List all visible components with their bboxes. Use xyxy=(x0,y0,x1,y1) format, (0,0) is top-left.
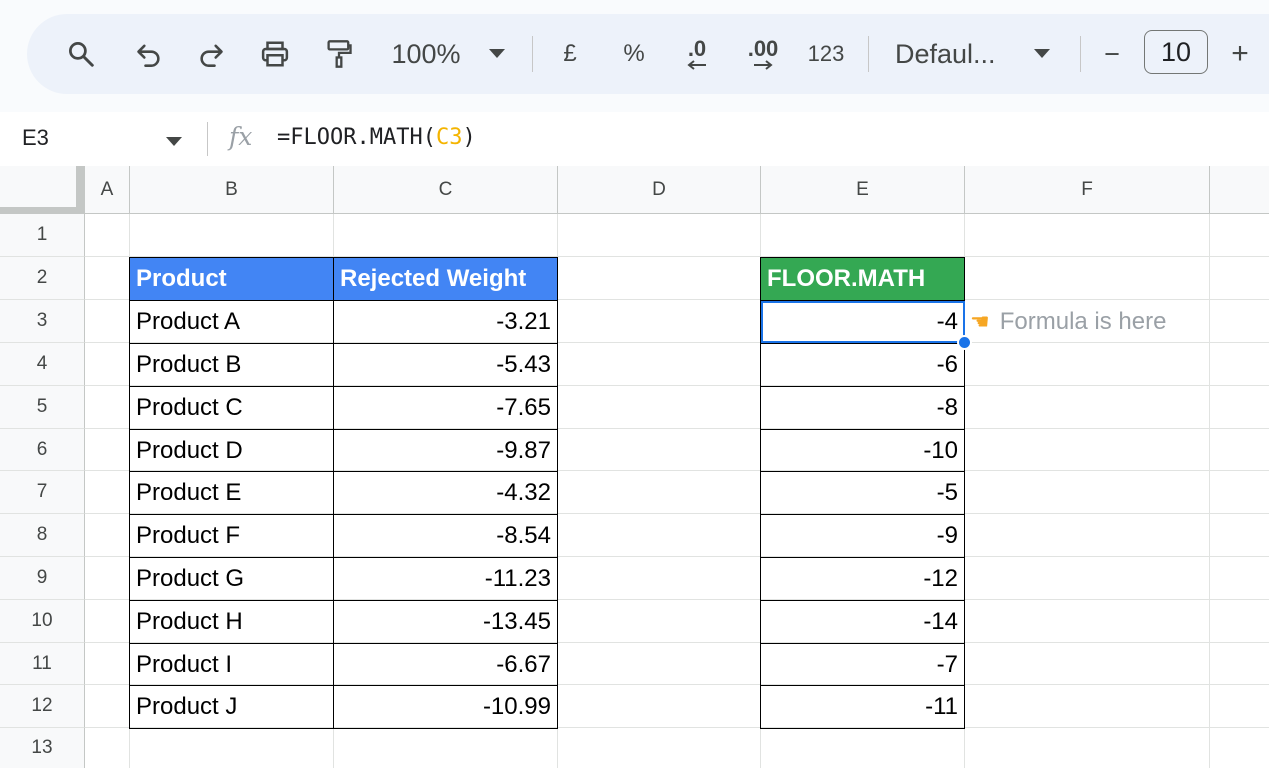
cell-c8[interactable]: -8.54 xyxy=(333,514,558,558)
spreadsheet-grid[interactable]: A B C D E F 1 2 3 4 5 6 7 8 9 10 11 12 1… xyxy=(0,166,1269,768)
row-header-6[interactable]: 6 xyxy=(0,429,85,471)
decrease-font-size-button[interactable]: − xyxy=(1095,14,1129,94)
row-header-12[interactable]: 12 xyxy=(0,685,85,728)
cell-c12[interactable]: -10.99 xyxy=(333,685,558,729)
percent-format-button[interactable]: % xyxy=(617,14,651,94)
row-header-5[interactable]: 5 xyxy=(0,386,85,429)
pointing-hand-icon: ☚ xyxy=(970,309,990,334)
cell-c9[interactable]: -11.23 xyxy=(333,557,558,601)
cell-b9[interactable]: Product G xyxy=(129,557,334,601)
formula-suffix: ) xyxy=(462,125,476,150)
cell-b10[interactable]: Product H xyxy=(129,600,334,644)
search-icon[interactable] xyxy=(57,14,105,94)
row-header-2[interactable]: 2 xyxy=(0,257,85,300)
formula-input[interactable]: =FLOOR.MATH(C3) xyxy=(277,112,476,166)
font-size-input[interactable]: 10 xyxy=(1144,30,1208,74)
cell-b3[interactable]: Product A xyxy=(129,300,334,344)
decrease-decimals-label: .0 xyxy=(687,36,707,61)
decrease-decimals-button[interactable]: .0 xyxy=(675,14,719,94)
cell-b6[interactable]: Product D xyxy=(129,429,334,472)
cell-b5[interactable]: Product C xyxy=(129,386,334,430)
cell-c6[interactable]: -9.87 xyxy=(333,429,558,472)
annotation-text: Formula is here xyxy=(999,308,1167,335)
cell-b12[interactable]: Product J xyxy=(129,685,334,729)
chevron-down-icon[interactable] xyxy=(483,14,511,94)
row-header-8[interactable]: 8 xyxy=(0,514,85,557)
cell-b2[interactable]: Product xyxy=(129,257,334,301)
undo-icon[interactable] xyxy=(125,14,173,94)
chevron-down-icon[interactable] xyxy=(1028,14,1056,94)
cell-e5[interactable]: -8 xyxy=(760,386,965,430)
cell-c4[interactable]: -5.43 xyxy=(333,343,558,387)
chevron-down-icon[interactable] xyxy=(166,134,182,152)
toolbar: 100% £ % .0 .00 123 Defaul... − 10 + xyxy=(27,14,1269,94)
column-header-a[interactable]: A xyxy=(85,166,130,214)
cell-c10[interactable]: -13.45 xyxy=(333,600,558,644)
column-header-f[interactable]: F xyxy=(965,166,1210,214)
print-icon[interactable] xyxy=(251,14,299,94)
cell-e2[interactable]: FLOOR.MATH xyxy=(760,257,965,301)
toolbar-divider xyxy=(532,36,533,72)
row-header-10[interactable]: 10 xyxy=(0,600,85,643)
cell-c3[interactable]: -3.21 xyxy=(333,300,558,344)
zoom-select[interactable]: 100% xyxy=(384,14,468,94)
cell-e10[interactable]: -14 xyxy=(760,600,965,644)
formula-bar: E3 fx =FLOOR.MATH(C3) xyxy=(0,112,1269,167)
redo-icon[interactable] xyxy=(187,14,235,94)
paint-format-icon[interactable] xyxy=(315,14,363,94)
column-header-g[interactable] xyxy=(1210,166,1269,214)
formula-bar-divider xyxy=(207,122,208,156)
increase-decimals-button[interactable]: .00 xyxy=(739,14,787,94)
row-header-7[interactable]: 7 xyxy=(0,471,85,514)
currency-format-button[interactable]: £ xyxy=(555,14,585,94)
formula-prefix: =FLOOR.MATH( xyxy=(277,125,436,150)
number-format-button[interactable]: 123 xyxy=(803,14,849,94)
name-box[interactable]: E3 xyxy=(22,112,49,166)
cell-e4[interactable]: -6 xyxy=(760,343,965,387)
formula-reference: C3 xyxy=(435,125,463,150)
arrow-right-icon xyxy=(754,60,773,70)
toolbar-area: 100% £ % .0 .00 123 Defaul... − 10 + xyxy=(0,0,1269,112)
toolbar-divider xyxy=(1080,36,1081,72)
cell-b8[interactable]: Product F xyxy=(129,514,334,558)
fx-icon: fx xyxy=(229,122,253,151)
cell-b4[interactable]: Product B xyxy=(129,343,334,387)
cell-c5[interactable]: -7.65 xyxy=(333,386,558,430)
row-header-11[interactable]: 11 xyxy=(0,643,85,685)
cell-b7[interactable]: Product E xyxy=(129,471,334,515)
frozen-row-handle[interactable] xyxy=(0,207,85,214)
cell-e12[interactable]: -11 xyxy=(760,685,965,729)
cell-e11[interactable]: -7 xyxy=(760,643,965,686)
column-header-e[interactable]: E xyxy=(761,166,965,214)
cell-e8[interactable]: -9 xyxy=(760,514,965,558)
cell-c2[interactable]: Rejected Weight xyxy=(333,257,558,301)
cell-e9[interactable]: -12 xyxy=(760,557,965,601)
font-family-select[interactable]: Defaul... xyxy=(895,14,1011,94)
row-header-4[interactable]: 4 xyxy=(0,343,85,386)
arrow-left-icon xyxy=(687,60,706,70)
cell-c7[interactable]: -4.32 xyxy=(333,471,558,515)
cell-c11[interactable]: -6.67 xyxy=(333,643,558,686)
row-header-13[interactable]: 13 xyxy=(0,728,85,768)
column-header-c[interactable]: C xyxy=(334,166,558,214)
column-header-b[interactable]: B xyxy=(130,166,334,214)
increase-font-size-button[interactable]: + xyxy=(1225,14,1255,94)
active-cell-selection xyxy=(761,301,965,343)
cell-e6[interactable]: -10 xyxy=(760,429,965,472)
cell-e7[interactable]: -5 xyxy=(760,471,965,515)
increase-decimals-label: .00 xyxy=(747,36,779,61)
cell-b11[interactable]: Product I xyxy=(129,643,334,686)
annotation-note: ☚ Formula is here xyxy=(970,301,1166,343)
column-header-d[interactable]: D xyxy=(558,166,761,214)
toolbar-divider xyxy=(868,36,869,72)
row-header-9[interactable]: 9 xyxy=(0,557,85,600)
row-header-1[interactable]: 1 xyxy=(0,214,85,257)
row-header-3[interactable]: 3 xyxy=(0,300,85,343)
